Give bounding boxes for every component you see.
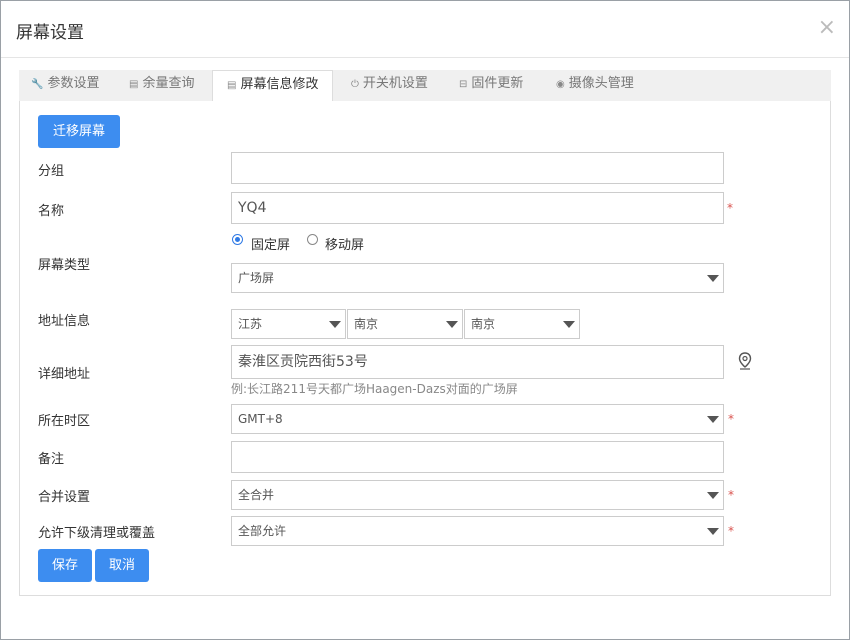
wrench-icon: 🔧 [31, 79, 44, 90]
map-marker-icon[interactable] [738, 352, 752, 370]
chevron-down-icon [446, 321, 458, 328]
close-icon[interactable]: × [818, 17, 836, 39]
tab-label: 余量查询 [142, 76, 195, 91]
radio-fixed-label: 固定屏 [251, 238, 291, 253]
timezone-select[interactable]: GMT+8 [231, 404, 724, 434]
power-icon: ⏻ [351, 79, 359, 90]
camera-icon: ◉ [556, 79, 565, 90]
tab-label: 参数设置 [47, 76, 100, 91]
chevron-down-icon [707, 492, 719, 499]
chevron-down-icon [563, 321, 575, 328]
chevron-down-icon [707, 528, 719, 535]
required-mark: * [728, 524, 734, 538]
tab-params[interactable]: 🔧 参数设置 [31, 70, 99, 101]
chevron-down-icon [329, 321, 341, 328]
tab-power-schedule[interactable]: ⏻ 开关机设置 [351, 70, 428, 101]
screen-type-select[interactable]: 广场屏 [231, 263, 724, 293]
radio-mobile-label: 移动屏 [325, 238, 365, 253]
remark-label: 备注 [38, 452, 65, 467]
cancel-button[interactable]: 取消 [95, 549, 149, 582]
allow-clean-label: 允许下级清理或覆盖 [38, 526, 156, 541]
merge-value: 全合并 [238, 488, 275, 502]
remark-input[interactable] [231, 441, 724, 473]
hdd-icon: ⊟ [459, 79, 468, 90]
detail-address-label: 详细地址 [38, 367, 91, 382]
save-button[interactable]: 保存 [38, 549, 92, 582]
screen-type-label: 屏幕类型 [38, 258, 91, 273]
dialog-title: 屏幕设置 [16, 23, 84, 43]
province-value: 江苏 [238, 317, 263, 331]
tab-firmware[interactable]: ⊟ 固件更新 [459, 70, 523, 101]
timezone-value: GMT+8 [238, 412, 283, 426]
city-select[interactable]: 南京 [347, 309, 463, 339]
address-info-label: 地址信息 [38, 314, 91, 329]
province-select[interactable]: 江苏 [231, 309, 346, 339]
allow-clean-value: 全部允许 [238, 524, 287, 538]
name-label: 名称 [38, 204, 65, 219]
radio-mobile[interactable] [307, 234, 318, 245]
allow-clean-select[interactable]: 全部允许 [231, 516, 724, 546]
detail-address-input[interactable]: 秦淮区贡院西街53号 [231, 345, 724, 379]
district-value: 南京 [471, 317, 496, 331]
tab-bar: 🔧 参数设置 ▤ 余量查询 ▤ 屏幕信息修改 ⏻ 开关机设置 ⊟ 固件更新 ◉ 摄像头管理 [19, 70, 831, 102]
tab-screen-info[interactable]: ▤ 屏幕信息修改 [212, 70, 334, 102]
group-label: 分组 [38, 164, 65, 179]
radio-fixed[interactable] [232, 234, 243, 245]
required-mark: * [728, 412, 734, 426]
timezone-label: 所在时区 [38, 414, 91, 429]
merge-label: 合并设置 [38, 490, 91, 505]
dialog-header: 屏幕设置 × [1, 1, 849, 58]
name-input[interactable]: YQ4 [231, 192, 724, 224]
merge-select[interactable]: 全合并 [231, 480, 724, 510]
tab-label: 开关机设置 [362, 76, 428, 91]
required-mark: * [728, 488, 734, 502]
tab-balance[interactable]: ▤ 余量查询 [129, 70, 194, 101]
migrate-screen-button[interactable]: 迁移屏幕 [38, 115, 120, 148]
chevron-down-icon [707, 275, 719, 282]
screen-type-value: 广场屏 [238, 271, 275, 285]
address-hint: 例:长江路211号天都广场Haagen-Dazs对面的广场屏 [231, 382, 518, 396]
required-mark: * [727, 201, 733, 215]
tab-label: 屏幕信息修改 [240, 77, 319, 92]
document-icon: ▤ [129, 79, 139, 90]
tab-label: 摄像头管理 [568, 76, 634, 91]
screen-settings-dialog: 屏幕设置 × 🔧 参数设置 ▤ 余量查询 ▤ 屏幕信息修改 ⏻ 开关机设置 ⊟ 固件更新 … [0, 0, 850, 640]
document-icon: ▤ [227, 80, 237, 91]
tab-camera[interactable]: ◉ 摄像头管理 [556, 70, 634, 101]
group-input[interactable] [231, 152, 724, 184]
district-select[interactable]: 南京 [464, 309, 580, 339]
city-value: 南京 [354, 317, 379, 331]
chevron-down-icon [707, 416, 719, 423]
tab-label: 固件更新 [471, 76, 524, 91]
